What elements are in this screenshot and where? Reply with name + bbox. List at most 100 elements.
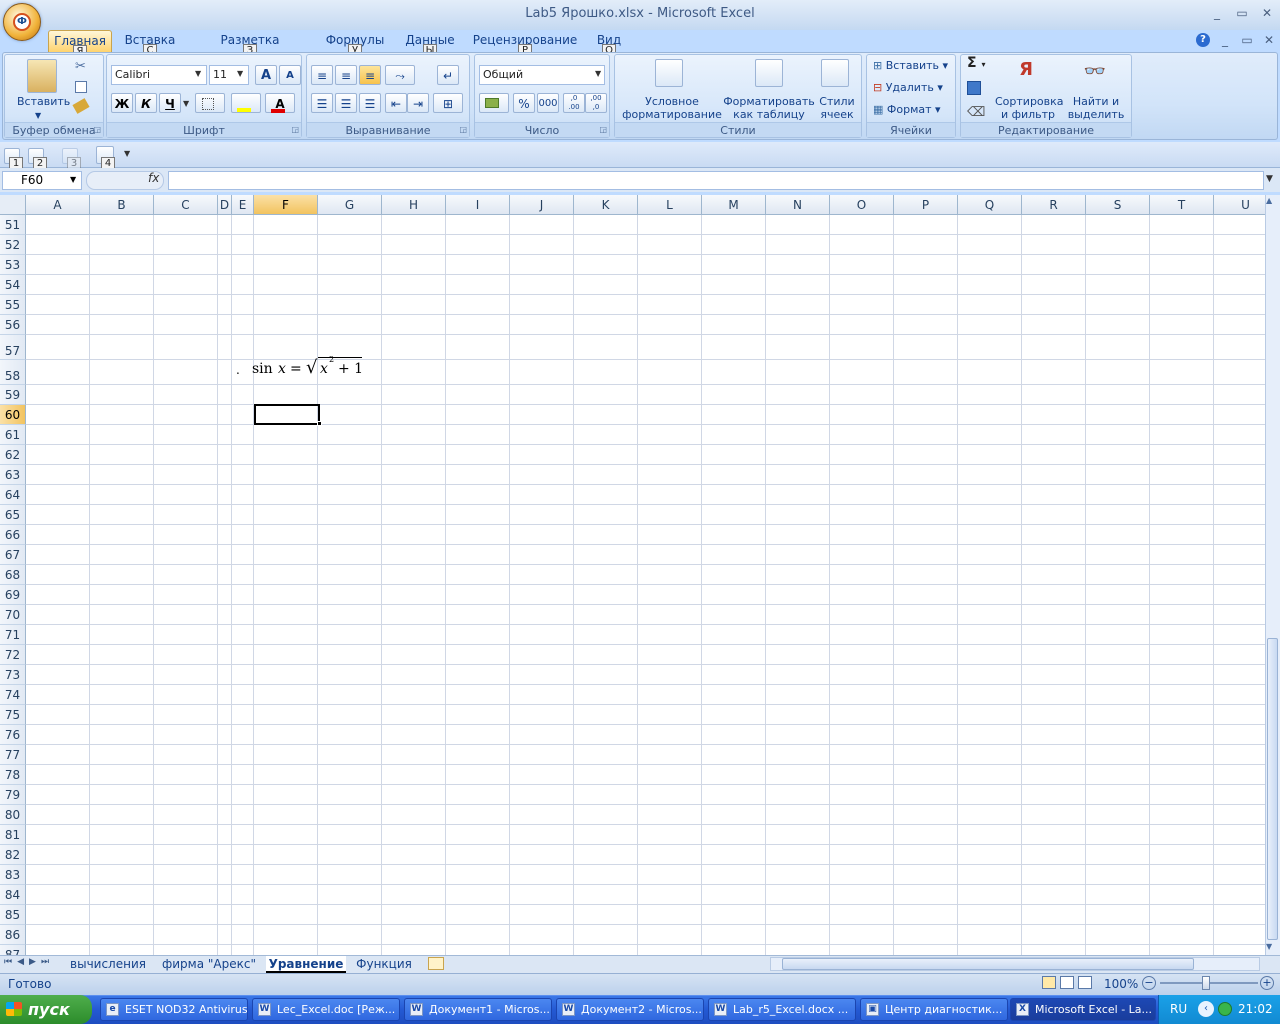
format-cells-button[interactable]: ▦ Формат ▾	[873, 103, 941, 116]
column-header-s[interactable]: S	[1086, 195, 1150, 215]
worksheet-grid[interactable]: ABCDEFGHIJKLMNOPQRSTU 51 52 53 54 55 56 57 58 59…	[0, 195, 1265, 955]
merge-center-button[interactable]: ⊞	[433, 93, 463, 113]
select-all-corner[interactable]	[0, 195, 26, 215]
column-header-d[interactable]: D	[218, 195, 232, 215]
column-header-c[interactable]: C	[154, 195, 218, 215]
tab-view[interactable]: Вид О	[592, 30, 626, 57]
column-header-b[interactable]: B	[90, 195, 154, 215]
tab-insert[interactable]: Вставка С	[120, 30, 180, 57]
currency-button[interactable]	[479, 93, 509, 113]
sheet-nav-icons[interactable]: ⏮◀▶⏭	[4, 957, 54, 967]
thousands-button[interactable]: 000	[537, 93, 559, 113]
scroll-down-icon[interactable]: ▼	[1266, 942, 1272, 951]
sheet-tab[interactable]: Функция	[352, 956, 416, 973]
sheet-tab[interactable]: фирма "Арекс"	[158, 956, 260, 973]
page-break-icon[interactable]	[1078, 976, 1092, 989]
column-header-h[interactable]: H	[382, 195, 446, 215]
chevron-down-icon[interactable]: ▼	[183, 99, 189, 108]
column-header-i[interactable]: I	[446, 195, 510, 215]
close-button[interactable]: ✕	[1256, 5, 1278, 21]
fill-color-button[interactable]	[231, 93, 261, 113]
normal-view-icon[interactable]	[1042, 976, 1056, 989]
column-header-o[interactable]: O	[830, 195, 894, 215]
row-header-85[interactable]: 85	[0, 905, 26, 925]
align-bottom-button[interactable]: ≡	[359, 65, 381, 85]
minimize-button[interactable]: _	[1206, 5, 1228, 21]
increase-decimal-button[interactable]: ,0 .00	[563, 93, 585, 113]
office-button[interactable]: Ф	[3, 3, 41, 41]
bold-button[interactable]: Ж	[111, 93, 133, 113]
delete-cells-button[interactable]: ⊟ Удалить ▾	[873, 81, 943, 94]
row-header-60[interactable]: 60	[0, 405, 26, 425]
row-header-87[interactable]: 87	[0, 945, 26, 955]
tab-formulas[interactable]: Формулы У	[322, 30, 388, 57]
italic-button[interactable]: К	[135, 93, 157, 113]
taskbar-item[interactable]: W Lec_Excel.doc [Реж...	[252, 998, 400, 1021]
help-icon[interactable]: ?	[1196, 33, 1210, 47]
decrease-indent-button[interactable]: ⇤	[385, 93, 407, 113]
dialog-launcher-icon[interactable]: ◲	[459, 125, 467, 134]
row-header-54[interactable]: 54	[0, 275, 26, 295]
row-header-66[interactable]: 66	[0, 525, 26, 545]
tray-expand-icon[interactable]: ‹	[1198, 1001, 1214, 1017]
percent-button[interactable]: %	[513, 93, 535, 113]
zoom-in-icon[interactable]: +	[1260, 976, 1274, 990]
insert-sheet-icon[interactable]	[428, 957, 444, 970]
customize-qat-icon[interactable]: ▼	[124, 149, 130, 158]
column-header-q[interactable]: Q	[958, 195, 1022, 215]
number-format-select[interactable]: Общий	[479, 65, 605, 85]
font-family-select[interactable]: Calibri	[111, 65, 207, 85]
format-painter-icon[interactable]	[72, 98, 90, 114]
row-header-79[interactable]: 79	[0, 785, 26, 805]
paste-button[interactable]: Вставить	[17, 95, 70, 108]
chevron-down-icon[interactable]: ▼	[70, 175, 76, 184]
dialog-launcher-icon[interactable]: ◲	[93, 125, 101, 134]
row-header-75[interactable]: 75	[0, 705, 26, 725]
column-header-p[interactable]: P	[894, 195, 958, 215]
format-as-table-button[interactable]: Форматировать как таблицу	[723, 95, 815, 121]
row-header-72[interactable]: 72	[0, 645, 26, 665]
borders-button[interactable]	[195, 93, 225, 113]
align-right-button[interactable]: ☰	[359, 93, 381, 113]
taskbar-item[interactable]: W Документ1 - Micros...	[404, 998, 552, 1021]
scroll-up-icon[interactable]: ▲	[1266, 196, 1272, 205]
align-center-button[interactable]: ☰	[335, 93, 357, 113]
taskbar-item[interactable]: W Lab_r5_Excel.docx ...	[708, 998, 856, 1021]
paste-dropdown-icon[interactable]: ▼	[35, 109, 41, 122]
find-select-button[interactable]: Найти и выделить	[1065, 95, 1127, 121]
zoom-slider-thumb[interactable]	[1202, 976, 1210, 990]
row-header-76[interactable]: 76	[0, 725, 26, 745]
column-header-k[interactable]: K	[574, 195, 638, 215]
equation-object[interactable]: . sin x = √ x 2 + 1	[234, 353, 364, 383]
align-left-button[interactable]: ☰	[311, 93, 333, 113]
row-header-80[interactable]: 80	[0, 805, 26, 825]
column-header-f[interactable]: F	[254, 195, 318, 215]
sheet-tab[interactable]: вычисления	[66, 956, 150, 973]
column-header-l[interactable]: L	[638, 195, 702, 215]
print-preview-icon[interactable]: 4	[96, 146, 115, 170]
fill-handle[interactable]	[317, 421, 322, 426]
sort-filter-button[interactable]: Сортировка и фильтр	[995, 95, 1064, 121]
dialog-launcher-icon[interactable]: ◲	[291, 125, 299, 134]
row-header-83[interactable]: 83	[0, 865, 26, 885]
expand-formula-bar-icon[interactable]: ▼	[1266, 174, 1273, 184]
fill-icon[interactable]	[967, 81, 981, 95]
column-header-j[interactable]: J	[510, 195, 574, 215]
vertical-scroll-thumb[interactable]	[1267, 638, 1278, 940]
row-header-62[interactable]: 62	[0, 445, 26, 465]
row-header-65[interactable]: 65	[0, 505, 26, 525]
clear-icon[interactable]: ⌫	[967, 105, 985, 120]
row-header-70[interactable]: 70	[0, 605, 26, 625]
taskbar-item[interactable]: W Документ2 - Micros...	[556, 998, 704, 1021]
row-header-51[interactable]: 51	[0, 215, 26, 235]
orientation-button[interactable]: ⤳	[385, 65, 415, 85]
language-indicator[interactable]: RU	[1170, 1002, 1187, 1016]
cut-icon[interactable]: ✂	[75, 59, 86, 74]
doc-close-button[interactable]: ✕	[1258, 32, 1280, 48]
row-header-57[interactable]: 57	[0, 335, 26, 360]
column-header-u[interactable]: U	[1214, 195, 1265, 215]
row-header-74[interactable]: 74	[0, 685, 26, 705]
insert-function-button[interactable]: fx	[148, 171, 159, 185]
row-header-56[interactable]: 56	[0, 315, 26, 335]
row-header-78[interactable]: 78	[0, 765, 26, 785]
